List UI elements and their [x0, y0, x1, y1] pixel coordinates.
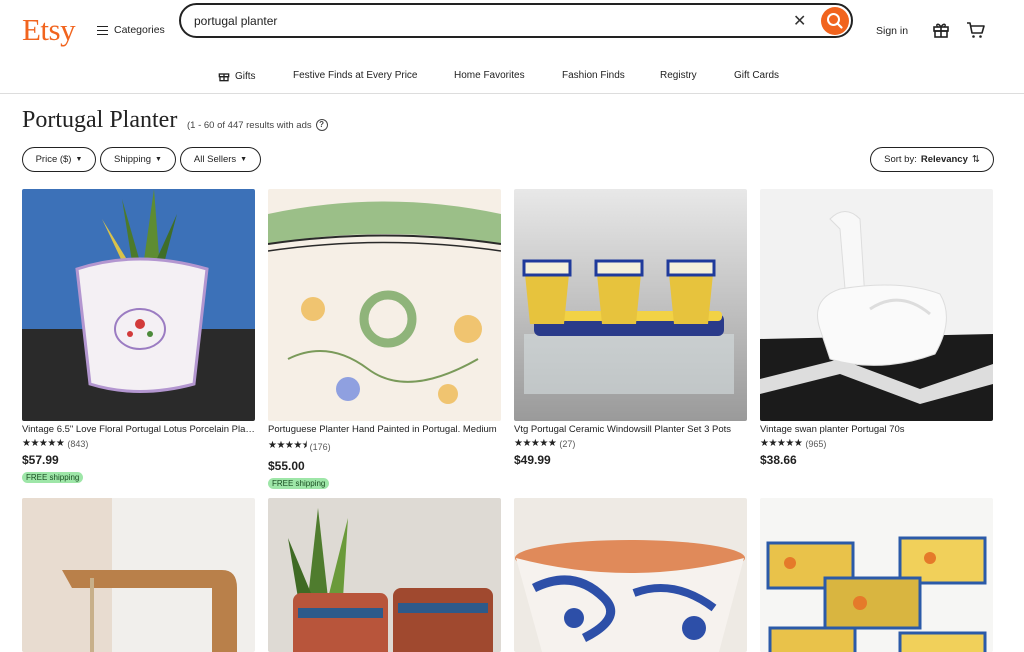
star-rating-icon: ★★★★★ [760, 438, 803, 449]
nav-label: Gifts [235, 70, 256, 82]
hamburger-icon [97, 25, 108, 36]
product-rating: ★★★★⯨ (176) [268, 438, 501, 455]
category-nav: Gifts Festive Finds at Every Price Home … [0, 60, 1024, 94]
product-title[interactable]: Vtg Portugal Ceramic Windowsill Planter … [514, 424, 747, 435]
product-price: $38.66 [760, 453, 797, 467]
product-image[interactable] [22, 498, 255, 652]
product-card[interactable]: Vtg Portugal Ceramic Windowsill Planter … [514, 189, 747, 467]
results-text: (1 - 60 of 447 results with ads [187, 119, 312, 131]
page-title: Portugal Planter [22, 107, 178, 133]
gift-icon[interactable] [932, 21, 950, 39]
shipping-filter-label: Shipping [114, 154, 152, 165]
caret-down-icon: ▼ [240, 156, 248, 163]
sort-prefix: Sort by: [884, 154, 917, 165]
price-filter-label: Price ($) [35, 154, 72, 165]
product-price: $49.99 [514, 453, 551, 467]
sellers-filter-label: All Sellers [193, 154, 237, 165]
product-card[interactable]: Portuguese Planter Hand Painted in Portu… [268, 189, 501, 491]
star-rating-icon: ★★★★★ [22, 438, 65, 449]
review-count: (176) [309, 441, 331, 452]
shipping-filter-button[interactable]: Shipping ▼ [100, 147, 176, 172]
review-count: (843) [67, 438, 89, 449]
nav-item-fashion-finds[interactable]: Fashion Finds [562, 70, 625, 81]
nav-item-registry[interactable]: Registry [660, 70, 697, 81]
product-image[interactable] [22, 189, 255, 421]
close-icon[interactable]: ✕ [793, 11, 806, 31]
product-rating: ★★★★★ (27) [514, 438, 747, 449]
product-title[interactable]: Vintage 6.5" Love Floral Portugal Lotus … [22, 424, 255, 435]
review-count: (965) [805, 438, 827, 449]
product-image[interactable] [268, 189, 501, 421]
product-title[interactable]: Vintage swan planter Portugal 70s [760, 424, 993, 435]
nav-item-home-favorites[interactable]: Home Favorites [454, 70, 525, 81]
nav-item-festive-finds[interactable]: Festive Finds at Every Price [293, 70, 417, 81]
search-button[interactable] [821, 7, 849, 35]
nav-item-gift-cards[interactable]: Gift Cards [734, 70, 779, 81]
site-header: Etsy Categories portugal planter ✕ Sign … [0, 0, 1024, 60]
review-count: (27) [559, 438, 576, 449]
caret-down-icon: ▼ [155, 156, 162, 163]
caret-down-icon: ▼ [75, 156, 83, 163]
help-icon[interactable]: ? [315, 119, 328, 131]
star-rating-icon: ★★★★★ [514, 438, 557, 449]
product-price: $57.99 [22, 453, 59, 467]
search-bar: portugal planter ✕ [179, 3, 853, 38]
sort-value: Relevancy [920, 154, 968, 165]
product-image[interactable] [514, 498, 747, 652]
price-filter-button[interactable]: Price ($) ▼ [22, 147, 96, 172]
nav-item-gifts[interactable]: Gifts [218, 70, 256, 82]
product-rating: ★★★★★ (965) [760, 438, 993, 449]
product-image[interactable] [514, 189, 747, 421]
product-rating: ★★★★★ (843) [22, 438, 255, 449]
product-image[interactable] [760, 189, 993, 421]
sort-arrows-icon: ⇅ [971, 154, 980, 165]
product-title[interactable]: Portuguese Planter Hand Painted in Portu… [268, 424, 501, 435]
search-input[interactable]: portugal planter [194, 14, 277, 28]
star-rating-icon: ★★★★⯨ [268, 440, 307, 451]
product-card[interactable]: Vintage 6.5" Love Floral Portugal Lotus … [22, 189, 255, 485]
product-image[interactable] [268, 498, 501, 652]
sort-button[interactable]: Sort by: Relevancy ⇅ [870, 147, 994, 172]
etsy-logo[interactable]: Etsy [22, 12, 76, 48]
categories-label: Categories [114, 24, 165, 36]
sign-in-link[interactable]: Sign in [876, 25, 908, 37]
search-icon [827, 13, 843, 29]
results-count: (1 - 60 of 447 results with ads ? [187, 119, 328, 131]
free-shipping-badge: FREE shipping [22, 472, 84, 483]
sellers-filter-button[interactable]: All Sellers ▼ [180, 147, 261, 172]
cart-icon[interactable] [966, 21, 986, 39]
free-shipping-badge: FREE shipping [268, 478, 330, 489]
gift-icon [218, 73, 230, 82]
product-card[interactable]: Vintage swan planter Portugal 70s ★★★★★ … [760, 189, 993, 467]
product-price: $55.00 [268, 459, 305, 473]
product-image[interactable] [760, 498, 993, 652]
categories-button[interactable]: Categories [97, 24, 165, 36]
